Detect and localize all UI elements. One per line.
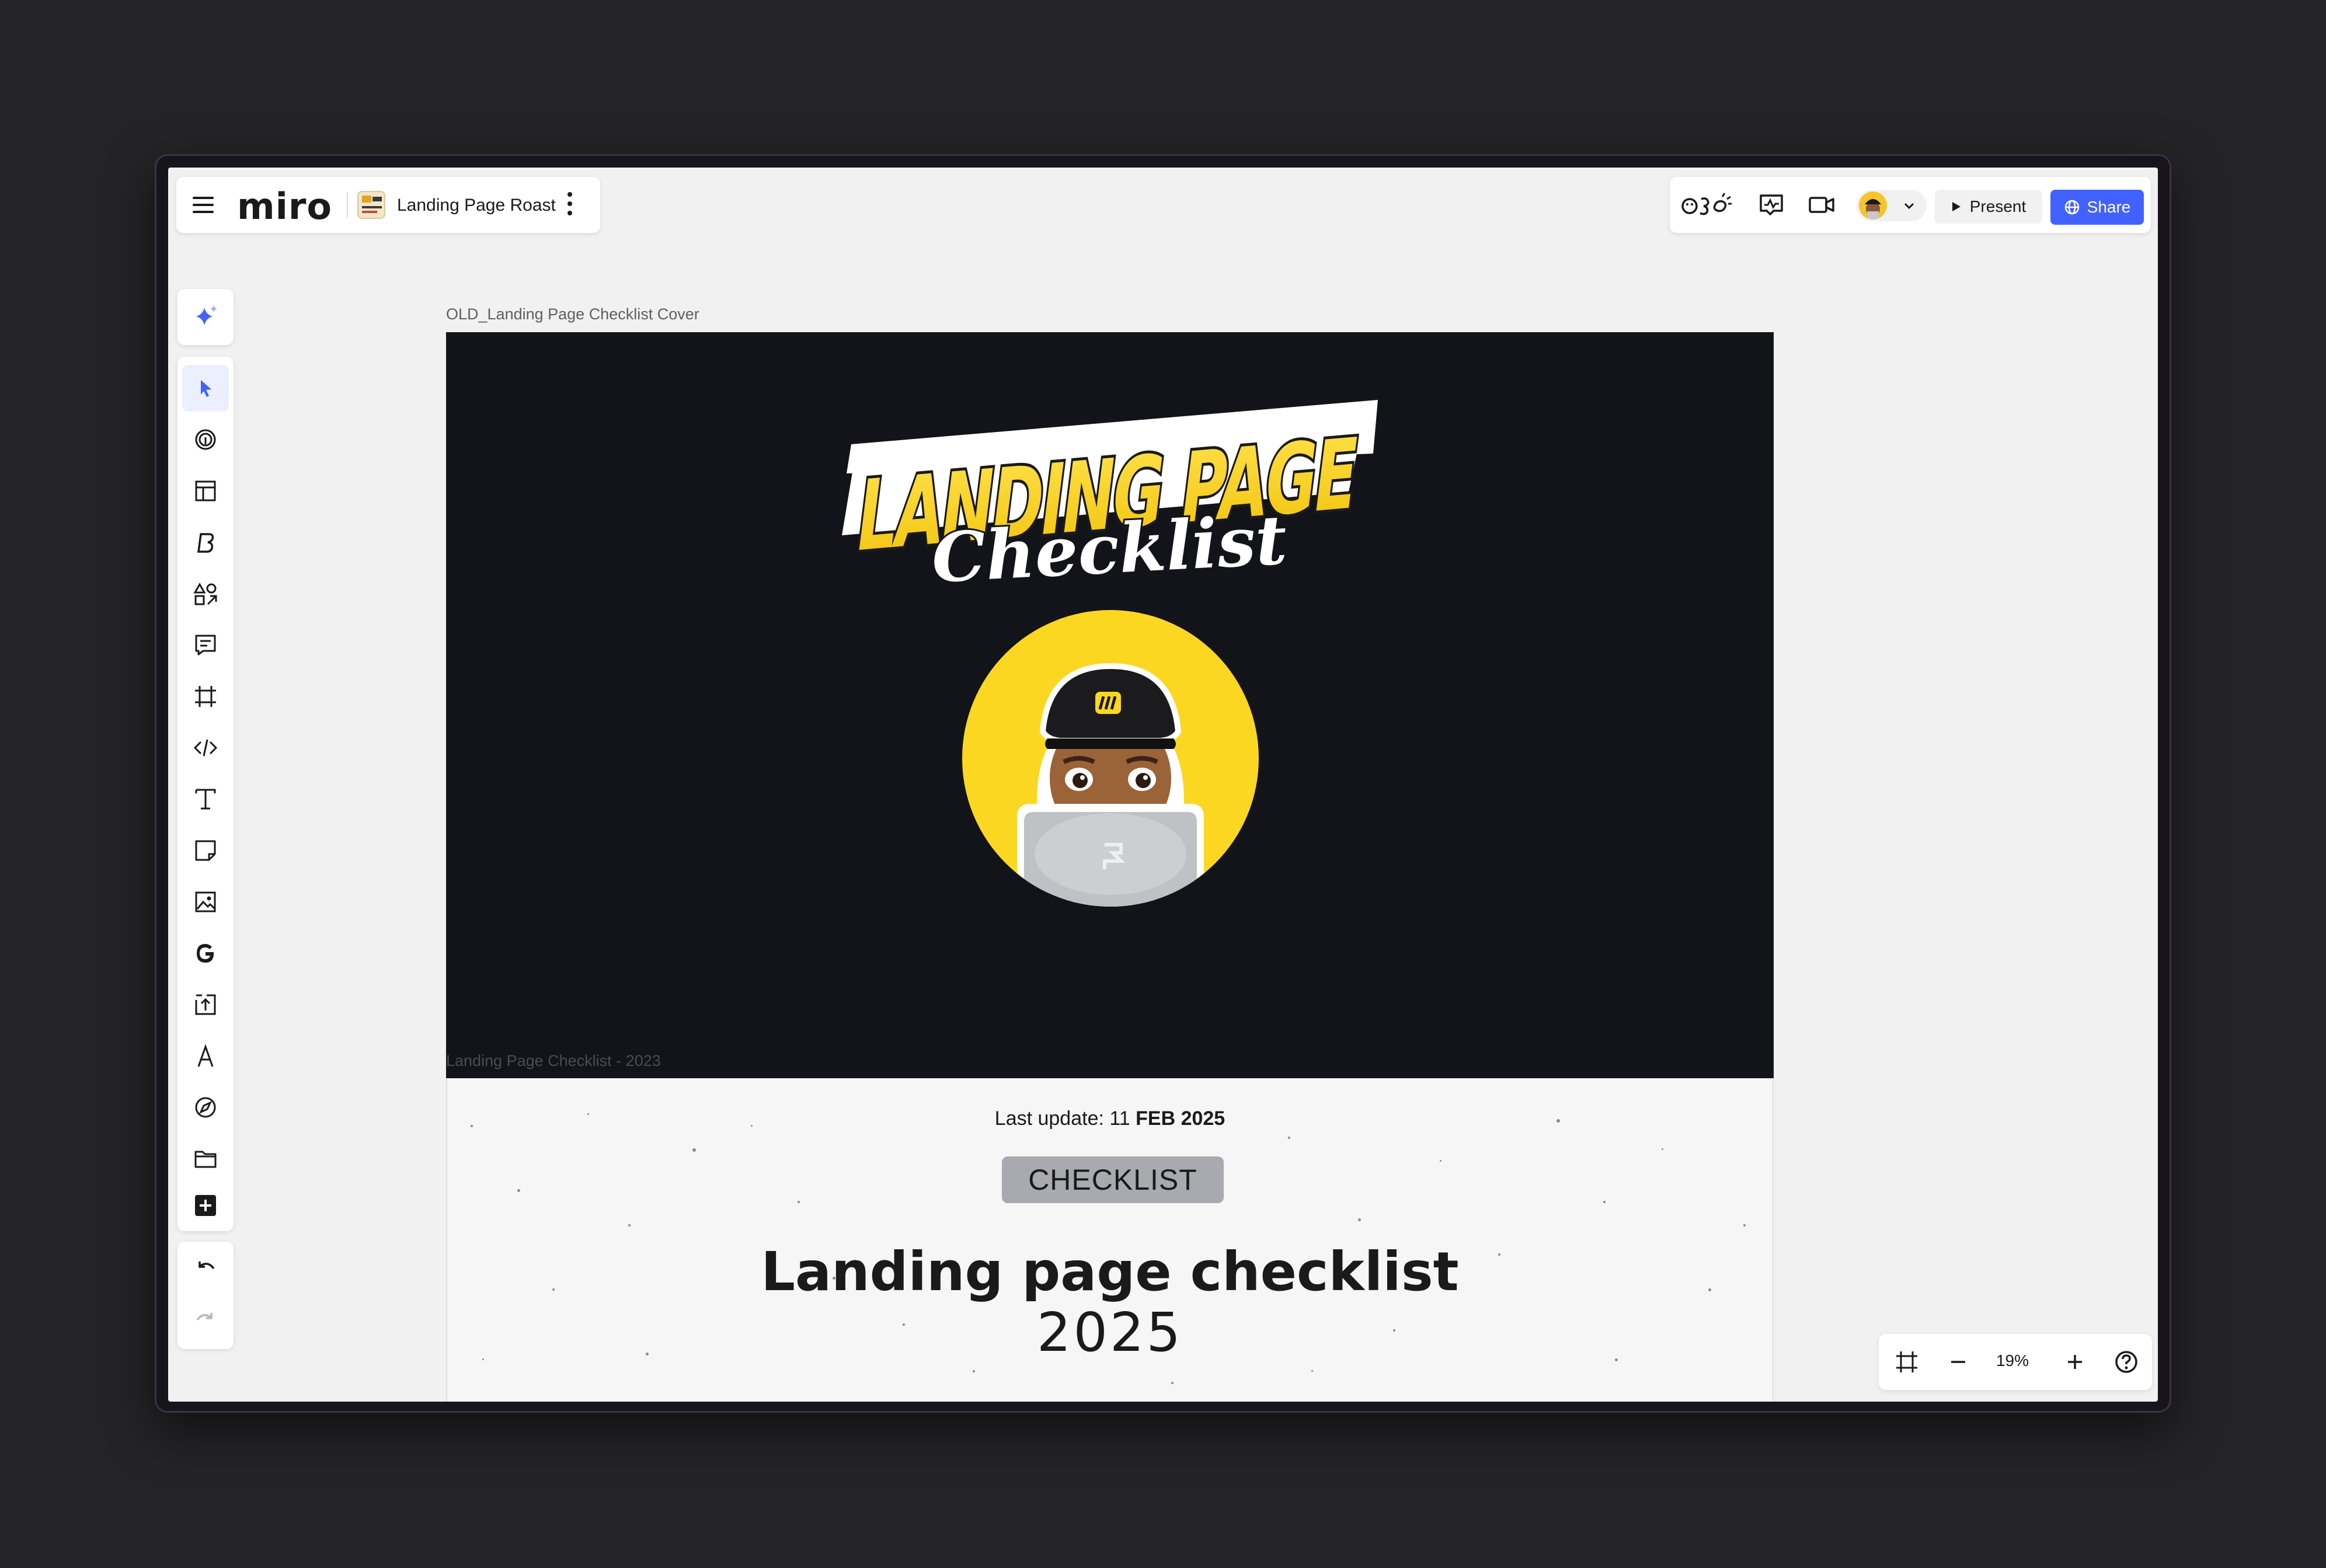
more-apps-icon (195, 1195, 216, 1216)
sticky-note-icon (195, 840, 216, 861)
share-label: Share (2087, 198, 2131, 216)
brand-icon (197, 533, 214, 553)
embed-tool[interactable] (182, 724, 229, 771)
text-tool[interactable] (182, 776, 229, 823)
document-title: Landing page checklist (761, 1241, 1459, 1303)
creation-toolbar (177, 357, 234, 1231)
redo-icon (196, 1313, 213, 1321)
board-options-icon[interactable] (566, 192, 573, 218)
shapes-tool[interactable] (182, 570, 229, 617)
undo-button[interactable] (182, 1245, 229, 1292)
undo-icon (199, 1262, 215, 1270)
activity-icon[interactable] (1756, 191, 1787, 219)
frame-icon (1896, 1351, 1917, 1372)
ai-panel (177, 289, 234, 345)
google-tool[interactable] (182, 930, 229, 977)
frame-footer-text: Landing Page Checklist - 2023 (446, 1052, 661, 1069)
share-button[interactable]: Share (2050, 190, 2144, 225)
cover-frame[interactable]: LANDING PAGE Checklist Landing Page Chec… (446, 332, 1774, 1078)
checklist-badge: CHECKLIST (1002, 1156, 1224, 1203)
google-icon (197, 944, 214, 963)
video-call-icon[interactable] (1806, 191, 1837, 219)
fingerprint-tool[interactable] (182, 416, 229, 463)
more-apps-tool[interactable] (182, 1182, 229, 1229)
frame-title[interactable]: OLD_Landing Page Checklist Cover (446, 305, 699, 323)
collaboration-bar: Present Share (1670, 177, 2151, 233)
zoom-level[interactable]: 19% (1986, 1351, 2039, 1370)
folder-icon (194, 1151, 217, 1168)
ai-sparkle-icon[interactable] (191, 303, 220, 331)
comment-tool[interactable] (182, 622, 229, 668)
board-canvas[interactable]: miro Landing Page Roast Present Share OL… (168, 168, 2158, 1402)
landing-page-logo: LANDING PAGE Checklist (842, 400, 1378, 584)
text-icon (195, 789, 216, 810)
embed-code-icon (193, 739, 218, 757)
redo-button[interactable] (182, 1297, 229, 1343)
templates-icon (195, 480, 216, 501)
zoom-controls: 19% (1879, 1334, 2152, 1390)
folder-tool[interactable] (182, 1135, 229, 1182)
present-button[interactable]: Present (1935, 190, 2042, 224)
header-divider (347, 192, 348, 218)
user-menu[interactable] (1857, 190, 1927, 221)
comment-icon (195, 635, 216, 656)
zoom-out-button[interactable] (1944, 1348, 1972, 1376)
frame-icon (195, 686, 216, 707)
pen-icon (197, 1044, 214, 1067)
templates-tool[interactable] (182, 468, 229, 514)
globe-icon (2064, 200, 2079, 215)
board-name[interactable]: Landing Page Roast (397, 196, 556, 215)
upload-tool[interactable] (182, 981, 229, 1028)
plus-icon (2068, 1355, 2082, 1369)
select-cursor-icon (201, 380, 211, 397)
document-year: 2025 (1036, 1301, 1183, 1364)
shapes-icon (193, 582, 217, 605)
image-tool[interactable] (182, 879, 229, 925)
last-update-text: Last update: 11 FEB 2025 (994, 1107, 1225, 1130)
main-menu-icon[interactable] (193, 197, 214, 213)
reactions-icon[interactable] (1680, 191, 1733, 219)
history-panel (177, 1242, 234, 1349)
explore-icon (195, 1097, 216, 1118)
play-icon (1952, 202, 1961, 211)
minus-icon (1951, 1361, 1965, 1363)
select-tool[interactable] (182, 365, 229, 412)
sticky-note-tool[interactable] (182, 827, 229, 874)
miro-logo[interactable]: miro (237, 185, 332, 228)
memoji-avatar-illustration (962, 610, 1259, 907)
brand-tool[interactable] (182, 519, 229, 566)
frame-tool[interactable] (182, 673, 229, 720)
fingerprint-icon (195, 429, 216, 450)
fit-frame-button[interactable] (1893, 1348, 1921, 1376)
present-label: Present (1969, 197, 2026, 215)
help-icon (2115, 1351, 2137, 1373)
help-button[interactable] (2112, 1348, 2140, 1376)
board-header: miro Landing Page Roast (176, 177, 600, 233)
chevron-down-icon[interactable] (1902, 200, 1916, 211)
zoom-in-button[interactable] (2061, 1348, 2089, 1376)
app-window: miro Landing Page Roast Present Share OL… (155, 154, 2171, 1413)
checklist-document[interactable]: Last update: 11 FEB 2025 CHECKLIST Landi… (446, 1078, 1774, 1402)
board-thumbnail[interactable] (357, 191, 385, 219)
pen-tool[interactable] (182, 1033, 229, 1079)
image-icon (195, 891, 216, 912)
user-avatar[interactable] (1859, 191, 1887, 219)
upload-icon (195, 994, 216, 1015)
explore-tool[interactable] (182, 1084, 229, 1131)
